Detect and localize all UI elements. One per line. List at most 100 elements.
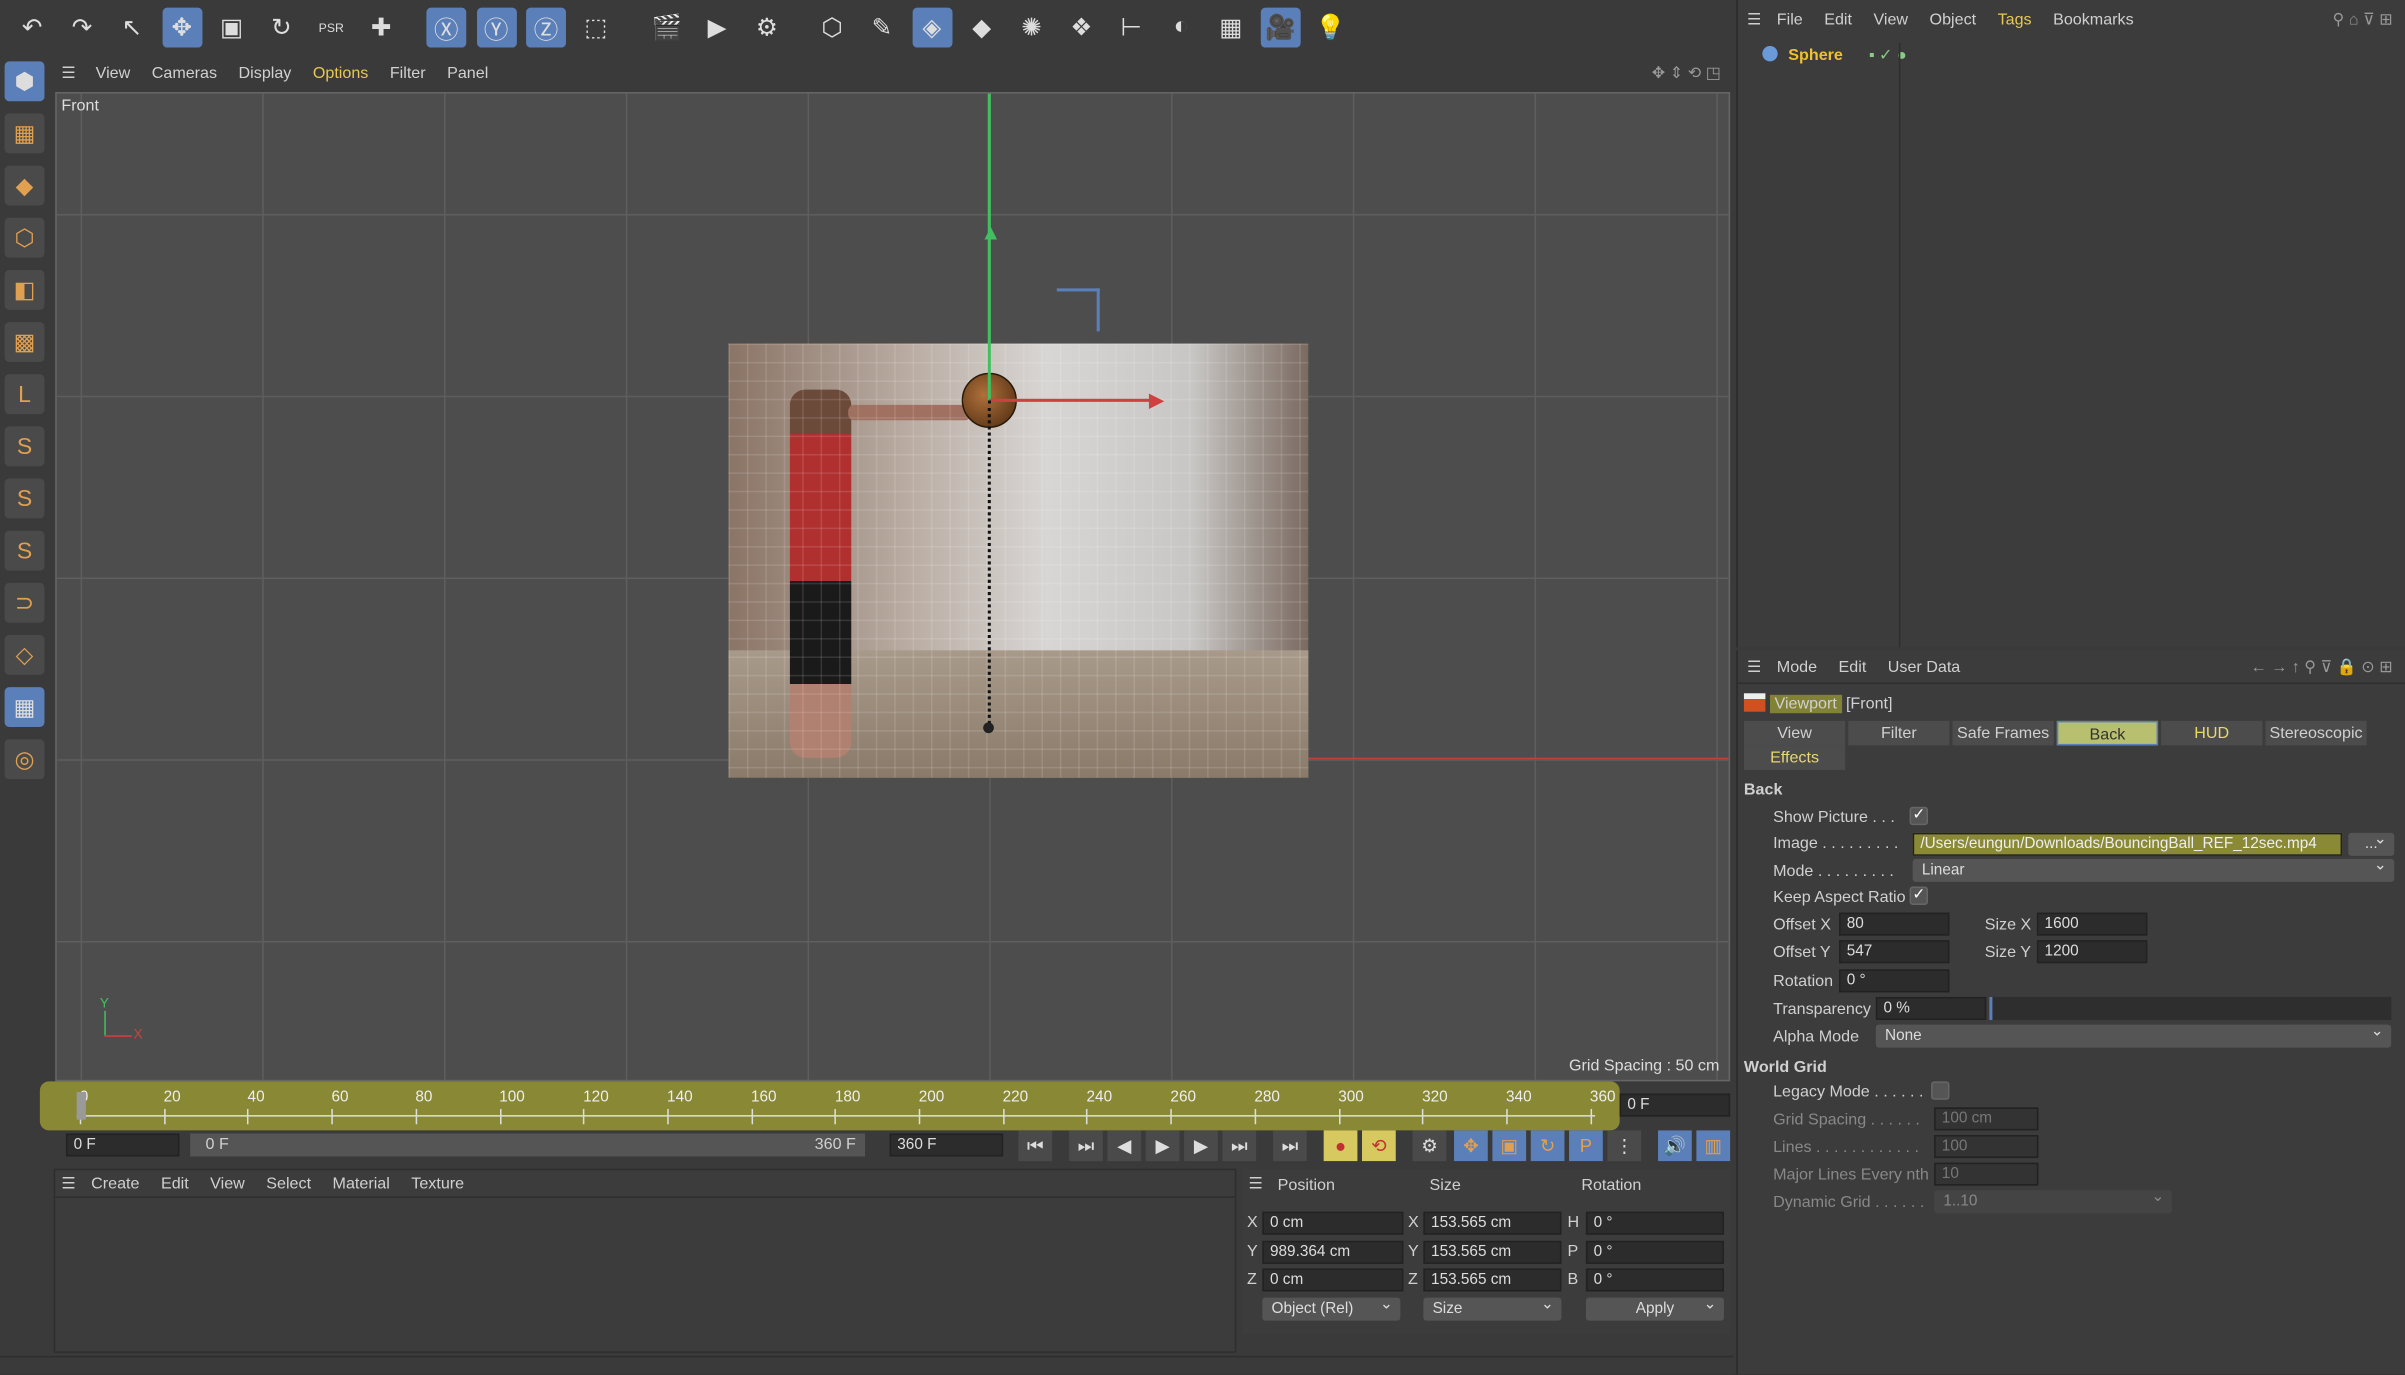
prev-key-icon[interactable]: ⏭ — [1069, 1130, 1103, 1162]
size-mode-dropdown[interactable]: Size — [1423, 1293, 1562, 1321]
tab-safe-frames[interactable]: Safe Frames — [1952, 720, 2054, 746]
rotation-b-field[interactable]: 0 ° — [1585, 1268, 1724, 1292]
menu-user-data[interactable]: User Data — [1888, 658, 1960, 676]
tool-icon-12[interactable]: ▦ — [4, 687, 45, 728]
subdivision-icon[interactable]: ◈ — [911, 7, 952, 48]
autokey-icon[interactable]: ⟲ — [1362, 1130, 1396, 1162]
tab-filter[interactable]: Filter — [1848, 720, 1950, 746]
key-rotation-icon[interactable]: ↻ — [1530, 1130, 1565, 1162]
hamburger-icon[interactable]: ☰ — [61, 64, 75, 82]
menu-display[interactable]: Display — [239, 64, 292, 82]
playhead[interactable] — [76, 1092, 86, 1120]
sound-icon[interactable]: 🔊 — [1658, 1130, 1692, 1162]
offset-x-field[interactable]: 80 — [1839, 912, 1950, 936]
menu-mode[interactable]: Mode — [1777, 658, 1817, 676]
menu-bookmarks[interactable]: Bookmarks — [2053, 11, 2134, 29]
move-icon[interactable]: ✥ — [161, 7, 202, 48]
go-start-icon[interactable]: ⏮ — [1018, 1130, 1053, 1162]
x-axis-handle[interactable] — [989, 398, 1159, 402]
tool-icon-10[interactable]: ⊃ — [4, 582, 45, 623]
rotate-icon[interactable]: ↻ — [262, 8, 302, 48]
size-z-field[interactable]: 153.565 cm — [1423, 1268, 1562, 1292]
size-x-field[interactable]: 153.565 cm — [1423, 1211, 1562, 1235]
tool-icon-11[interactable]: ◇ — [4, 634, 45, 675]
render-settings-icon[interactable]: ⚙ — [747, 8, 787, 48]
menu-edit[interactable]: Edit — [1824, 11, 1852, 29]
key-position-icon[interactable]: ✥ — [1454, 1130, 1488, 1162]
position-y-field[interactable]: 989.364 cm — [1262, 1240, 1404, 1264]
show-picture-checkbox[interactable]: ✓ — [1909, 806, 1928, 826]
tool-icon-6[interactable]: L — [4, 374, 45, 415]
size-y-field[interactable]: 1200 — [2036, 940, 2148, 964]
tab-view[interactable]: View — [1743, 720, 1846, 746]
grid-spacing-field[interactable]: 100 cm — [1934, 1107, 2039, 1131]
cube-icon[interactable]: ⬡ — [812, 8, 852, 48]
scale-icon[interactable]: ▣ — [212, 8, 252, 48]
light-icon[interactable]: 💡 — [1311, 8, 1351, 48]
deformer-icon[interactable]: ⊢ — [1111, 8, 1151, 48]
tool-icon-9[interactable]: S — [4, 530, 45, 571]
key-pla-icon[interactable]: ⋮ — [1607, 1130, 1642, 1162]
apply-button[interactable]: Apply — [1585, 1293, 1724, 1321]
redo-icon[interactable]: ↷ — [62, 8, 102, 48]
tool-icon-5[interactable]: ▩ — [4, 322, 45, 362]
menu-edit[interactable]: Edit — [161, 1175, 189, 1193]
tab-hud[interactable]: HUD — [2161, 720, 2263, 746]
y-axis-icon[interactable]: Ⓨ — [476, 7, 517, 48]
viewport-nav-icons[interactable]: ✥ ⇕ ⟲ ◳ — [1652, 58, 1721, 89]
camera-icon[interactable]: 🎥 — [1260, 7, 1301, 48]
menu-file[interactable]: File — [1777, 11, 1803, 29]
object-manager-tools[interactable]: ⚲ ⌂ ⊽ ⊞ — [2332, 0, 2392, 40]
rotation-p-field[interactable]: 0 ° — [1585, 1240, 1724, 1264]
menu-view[interactable]: View — [210, 1175, 245, 1193]
tool-icon-4[interactable]: ◧ — [4, 269, 45, 310]
go-end-icon[interactable]: ⏭ — [1273, 1130, 1307, 1162]
hamburger-icon[interactable]: ☰ — [1249, 1175, 1263, 1193]
menu-create[interactable]: Create — [91, 1175, 139, 1193]
tool-icon-0[interactable]: ⬢ — [4, 61, 45, 102]
menu-view[interactable]: View — [96, 64, 131, 82]
attribute-nav-icons[interactable]: ← → ↑ ⚲ ⊽ 🔒 ⊙ ⊞ — [2251, 650, 2393, 684]
field-icon[interactable]: ◐ — [1161, 8, 1201, 48]
frame-range-slider[interactable]: 0 F 360 F — [190, 1133, 866, 1157]
legacy-mode-checkbox[interactable] — [1931, 1081, 1950, 1100]
menu-panel[interactable]: Panel — [447, 64, 488, 82]
coordinate-system-icon[interactable]: ⬚ — [576, 8, 616, 48]
tab-back[interactable]: Back — [2056, 720, 2159, 746]
menu-edit[interactable]: Edit — [1839, 658, 1867, 676]
lines-field[interactable]: 100 — [1934, 1135, 2039, 1159]
object-tag-icons[interactable]: ▪ ✓ ● — [1869, 46, 1907, 64]
render-view-icon[interactable]: 🎬 — [647, 8, 687, 48]
menu-object[interactable]: Object — [1930, 11, 1977, 29]
timeline-ruler[interactable]: 0204060801001201401601802002202402602803… — [39, 1081, 1620, 1131]
alpha-mode-dropdown[interactable]: None — [1875, 1020, 2392, 1048]
tool-icon-13[interactable]: ◎ — [4, 739, 45, 780]
browse-button[interactable]: ... — [2348, 828, 2395, 856]
rotation-h-field[interactable]: 0 ° — [1585, 1211, 1724, 1235]
z-axis-icon[interactable]: Ⓩ — [526, 7, 566, 48]
timeline-icon[interactable]: ▥ — [1696, 1130, 1731, 1162]
tool-icon-1[interactable]: ▦ — [4, 113, 45, 154]
extrude-icon[interactable]: ◆ — [962, 8, 1002, 48]
mode-dropdown[interactable]: Linear — [1912, 854, 2395, 882]
x-axis-icon[interactable]: Ⓧ — [426, 7, 467, 48]
tab-stereoscopic[interactable]: Stereoscopic — [2265, 720, 2367, 746]
record-icon[interactable]: ● — [1323, 1130, 1358, 1162]
y-arrow-icon[interactable]: ▲ — [980, 219, 1001, 244]
transparency-slider[interactable] — [1989, 996, 2392, 1020]
tab-effects[interactable]: Effects — [1743, 745, 1846, 770]
major-lines-field[interactable]: 10 — [1934, 1162, 2039, 1186]
select-icon[interactable]: ↖ — [112, 8, 152, 48]
rotation-field[interactable]: 0 ° — [1839, 969, 1950, 993]
cloner-icon[interactable]: ❖ — [1061, 8, 1101, 48]
key-param-icon[interactable]: P — [1569, 1130, 1603, 1162]
transparency-field[interactable]: 0 % — [1875, 996, 1987, 1020]
hamburger-icon[interactable]: ☰ — [1747, 11, 1761, 29]
y-axis-handle[interactable] — [987, 93, 991, 401]
position-x-field[interactable]: 0 cm — [1262, 1211, 1404, 1235]
floor-icon[interactable]: ▦ — [1211, 8, 1251, 48]
prev-frame-icon[interactable]: ◀ — [1107, 1130, 1142, 1162]
menu-material[interactable]: Material — [333, 1175, 390, 1193]
current-frame-field[interactable]: 0 F — [1619, 1093, 1731, 1117]
menu-texture[interactable]: Texture — [411, 1175, 464, 1193]
